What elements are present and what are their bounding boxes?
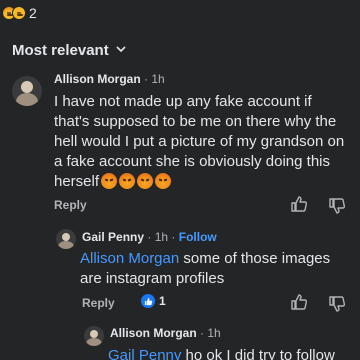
comment-text: Gail Penny ho ok I did try to follow [108,346,358,360]
mention-link[interactable]: Gail Penny [108,347,181,360]
sort-dropdown[interactable]: Most relevant [12,42,127,59]
like-icon[interactable] [290,195,308,213]
angry-face-emoji-icon [155,173,172,189]
angry-face-emoji-icon [101,173,118,189]
comment-author[interactable]: Gail Penny · 1h · Follow [82,230,217,244]
chevron-down-icon [115,43,127,58]
like-count: 1 [159,294,166,308]
follow-button[interactable]: Follow [179,230,217,244]
reaction-icons [2,6,26,20]
comment-author[interactable]: Allison Morgan · 1h [54,72,165,86]
angry-face-emoji-icon [137,173,154,189]
angry-face-emoji-icon [119,173,136,189]
sort-label: Most relevant [12,42,109,59]
reaction-count-badge[interactable]: 1 [141,294,166,308]
care-reaction-icon [12,6,26,20]
mention-link[interactable]: Allison Morgan [80,250,179,267]
thumbs-up-icon [141,294,155,308]
comment-author[interactable]: Allison Morgan · 1h [110,326,221,340]
reply-button[interactable]: Reply [54,198,87,212]
reply-button[interactable]: Reply [82,296,115,310]
comment-text: Allison Morgan some of those images are … [80,250,331,287]
comment-text: I have not made up any fake account if t… [54,93,345,190]
dislike-icon[interactable] [328,295,346,313]
reaction-summary[interactable]: 2 [2,4,37,22]
avatar[interactable] [84,326,104,346]
dislike-icon[interactable] [328,197,346,215]
comment-time: 1h [154,230,169,244]
like-icon[interactable] [290,293,308,311]
comment-time: 1h [207,326,221,340]
reaction-count: 2 [29,5,37,21]
avatar[interactable] [56,229,76,249]
comment-time: 1h [151,72,165,86]
avatar[interactable] [12,76,42,106]
